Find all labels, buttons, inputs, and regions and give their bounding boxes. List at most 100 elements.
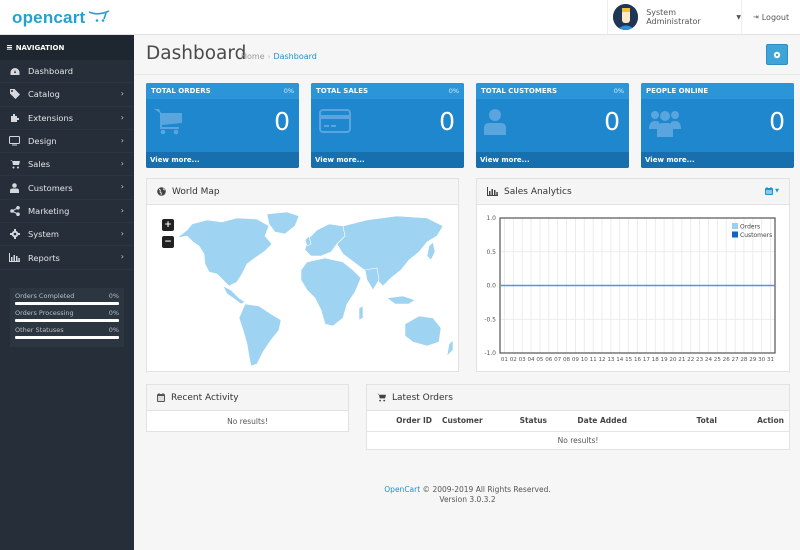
x-tick-label: 07 (554, 357, 562, 363)
sidebar-item-sales[interactable]: Sales › (0, 153, 134, 177)
x-tick-label: 09 (572, 357, 580, 363)
legend-label-orders: Orders (740, 224, 760, 231)
user-icon (9, 182, 20, 193)
view-more-link[interactable]: View more... (146, 152, 299, 168)
world-map[interactable] (147, 206, 458, 372)
tile-total-sales: TOTAL SALES 0% 0 View more... (311, 83, 464, 168)
users-icon (649, 111, 681, 137)
settings-button[interactable] (766, 44, 788, 65)
recent-activity-empty: No results! (227, 416, 268, 426)
x-tick-label: 11 (590, 357, 598, 363)
user-name: System Administrator (646, 8, 701, 26)
y-tick-label: 1.0 (486, 215, 496, 222)
sidebar: ≡ NAVIGATION Dashboard Catalog › Extensi… (0, 35, 134, 550)
tile-title: TOTAL ORDERS (151, 87, 211, 95)
logo[interactable]: opencart (0, 0, 135, 35)
sidebar-item-catalog[interactable]: Catalog › (0, 83, 134, 107)
map-europe (304, 223, 346, 257)
x-tick-label: 24 (705, 357, 713, 363)
stat-other-statuses: Other Statuses 0% (15, 326, 119, 339)
page-title: Dashboard (146, 43, 247, 64)
x-tick-label: 31 (767, 357, 775, 363)
stat-progress-bar (15, 318, 119, 322)
y-tick-label: 0.5 (486, 249, 496, 256)
x-tick-label: 13 (607, 357, 615, 363)
chevron-right-icon: › (120, 252, 124, 262)
footer-copyright: © 2009-2019 All Rights Reserved. (420, 485, 551, 494)
column-status[interactable]: Status (512, 411, 552, 432)
x-tick-label: 02 (510, 357, 517, 363)
order-status-stats: Orders Completed 0% Orders Processing 0% O… (10, 287, 124, 347)
tile-title: TOTAL CUSTOMERS (481, 87, 558, 95)
sidebar-item-dashboard[interactable]: Dashboard (0, 60, 134, 84)
sidebar-item-marketing[interactable]: Marketing › (0, 200, 134, 224)
user-menu[interactable]: System Administrator ▼ (607, 0, 741, 34)
x-tick-label: 19 (661, 357, 669, 363)
breadcrumb-home[interactable]: Home (241, 52, 265, 61)
calendar-icon (765, 187, 774, 195)
sign-out-icon: ⇥ (752, 13, 759, 21)
sidebar-menu: Dashboard Catalog › Extensions › Design … (0, 60, 134, 270)
gear-icon (9, 229, 20, 240)
hamburger-icon: ≡ (6, 43, 13, 52)
bar-chart-icon (9, 252, 20, 263)
map-greenland (266, 211, 300, 235)
cart-icon (154, 109, 182, 135)
view-more-link[interactable]: View more... (311, 152, 464, 168)
x-tick-label: 06 (545, 357, 553, 363)
logo-text: opencart (12, 7, 86, 27)
navigation-header[interactable]: ≡ NAVIGATION (0, 35, 134, 60)
caret-down-icon: ▼ (775, 188, 779, 194)
sales-analytics-header: Sales Analytics (477, 179, 789, 205)
sidebar-item-extensions[interactable]: Extensions › (0, 107, 134, 130)
tile-value: 0 (274, 107, 290, 136)
sales-analytics-title: Sales Analytics (504, 186, 572, 197)
breadcrumb-current[interactable]: Dashboard (273, 52, 316, 61)
sidebar-item-system[interactable]: System › (0, 223, 134, 247)
cart-icon (377, 393, 386, 402)
top-header: opencart System Administrator ▼ ⇥ Logout (0, 0, 800, 35)
x-tick-label: 29 (749, 357, 757, 363)
x-tick-label: 16 (634, 357, 642, 363)
tile-percent: 0% (283, 87, 294, 95)
sidebar-item-customers[interactable]: Customers › (0, 176, 134, 200)
x-tick-label: 18 (652, 357, 660, 363)
y-tick-label: 0.0 (486, 283, 496, 290)
stat-value: 0% (108, 308, 119, 317)
tile-percent: 0% (613, 87, 624, 95)
dashboard-icon (9, 66, 20, 77)
sidebar-item-design[interactable]: Design › (0, 130, 134, 154)
latest-orders-empty: No results! (557, 436, 599, 446)
x-tick-label: 05 (536, 357, 544, 363)
y-tick-label: -0.5 (484, 316, 496, 323)
recent-activity-header: Recent Activity (147, 385, 348, 411)
chevron-right-icon: › (120, 229, 124, 239)
x-tick-label: 14 (616, 357, 624, 363)
tile-total-orders: TOTAL ORDERS 0% 0 View more... (146, 83, 299, 168)
date-range-dropdown[interactable]: ▼ (765, 187, 779, 195)
x-tick-label: 21 (678, 357, 686, 363)
chevron-right-icon: › (120, 182, 124, 192)
map-new-zealand (446, 339, 454, 357)
sidebar-item-reports[interactable]: Reports › (0, 246, 134, 270)
world-map-header: World Map (147, 179, 458, 205)
column-total[interactable]: Total (632, 411, 722, 432)
sales-analytics-panel: Sales Analytics ▼ 1.0 0.5 0.0 -0.5 -1.0 01 02 0… (476, 178, 790, 372)
bar-chart-icon (487, 187, 498, 196)
column-order-id[interactable]: Order ID (367, 411, 437, 432)
logout-button[interactable]: ⇥ Logout (741, 0, 800, 34)
breadcrumb: Home › Dashboard (241, 52, 317, 61)
x-tick-label: 01 (501, 357, 509, 363)
chevron-right-icon: › (120, 205, 124, 215)
footer-opencart-link[interactable]: OpenCart (384, 485, 420, 494)
stat-progress-bar (15, 335, 119, 339)
column-action: Action (722, 411, 789, 432)
column-customer[interactable]: Customer (437, 411, 512, 432)
map-africa (300, 257, 362, 327)
y-tick-label: -1.0 (484, 350, 496, 357)
stat-progress-bar (15, 301, 119, 305)
view-more-link[interactable]: View more... (641, 152, 794, 168)
navigation-title: NAVIGATION (15, 43, 65, 52)
view-more-link[interactable]: View more... (476, 152, 629, 168)
column-date-added[interactable]: Date Added (552, 411, 632, 432)
